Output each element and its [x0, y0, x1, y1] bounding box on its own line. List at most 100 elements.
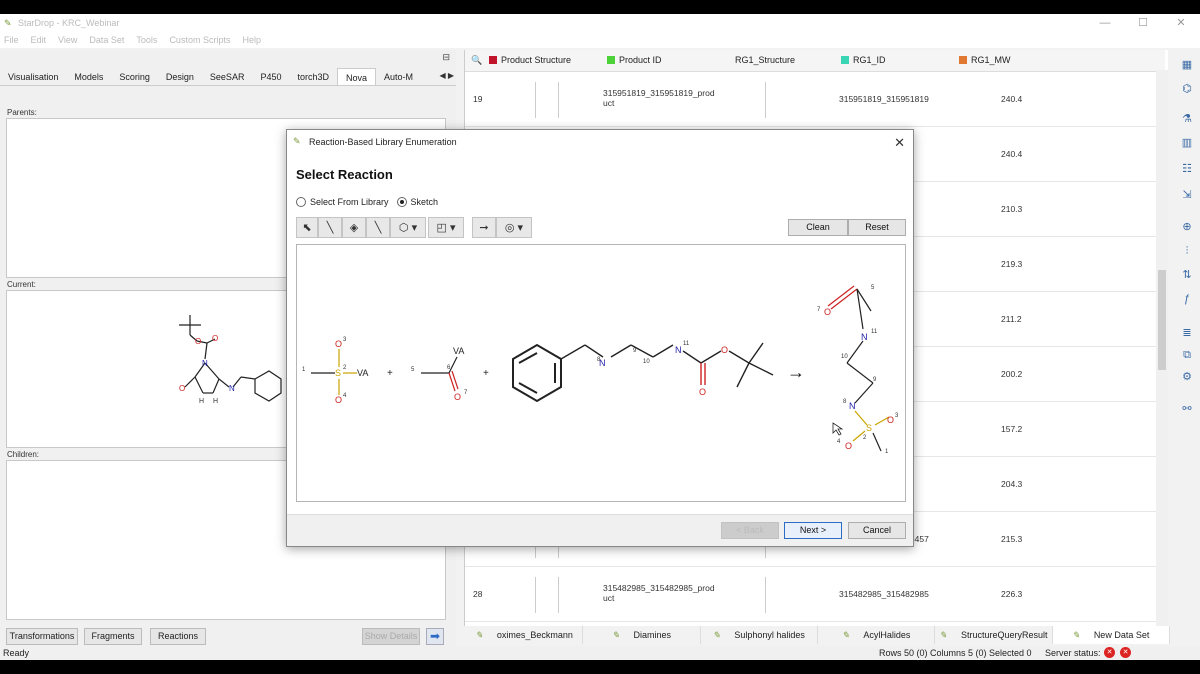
fragments-button[interactable]: Fragments — [84, 628, 142, 645]
tab-nova[interactable]: Nova — [337, 68, 377, 85]
tab-p450[interactable]: P450 — [252, 68, 289, 85]
bond-tool-icon[interactable]: ╲ — [318, 217, 342, 238]
reaction-sketch[interactable]: 1 S 2 VA O 3 O 4 + VA 5 6 O 7 + N 8 9 10… — [297, 245, 905, 501]
server-error-icon[interactable]: ✕ — [1104, 647, 1115, 658]
transformations-button[interactable]: Transformations — [6, 628, 78, 645]
menu-view[interactable]: View — [58, 35, 77, 45]
tab-visualisation[interactable]: Visualisation — [0, 68, 66, 85]
menu-custom-scripts[interactable]: Custom Scripts — [169, 35, 230, 45]
server-error-icon[interactable]: ✕ — [1120, 647, 1131, 658]
sort-icon[interactable]: ⇅ — [1180, 268, 1194, 282]
chart-icon[interactable]: ▥ — [1180, 136, 1194, 150]
oxygen-atom: O — [845, 441, 852, 451]
reaction-arrow-tool-icon[interactable]: ➞ — [472, 217, 496, 238]
dataset-tab[interactable]: ✎ Diamines — [583, 626, 701, 644]
template-tool-icon[interactable]: ◰ ▾ — [428, 217, 464, 238]
reactant-acyl[interactable]: VA 5 6 O 7 — [411, 346, 468, 402]
mode-radio-group: Select From Library Sketch — [296, 197, 438, 207]
svg-text:N: N — [229, 384, 235, 393]
dataset-tab[interactable]: ✎ StructureQueryResult — [935, 626, 1053, 644]
sketch-canvas[interactable]: 1 S 2 VA O 3 O 4 + VA 5 6 O 7 + N 8 9 10… — [296, 244, 906, 502]
menu-edit[interactable]: Edit — [31, 35, 47, 45]
function-icon[interactable]: ƒ — [1180, 292, 1194, 306]
tab-models[interactable]: Models — [66, 68, 111, 85]
table-row[interactable]: 28 315482985_315482985_prod uct 315482985_… — [465, 567, 1165, 622]
plus-sign: + — [483, 368, 489, 379]
link-icon[interactable]: ⚯ — [1180, 402, 1194, 416]
minimize-button[interactable]: — — [1086, 14, 1124, 32]
export-icon[interactable]: ⇲ — [1180, 188, 1194, 202]
dataset-tab[interactable]: ✎ AcylHalides — [818, 626, 936, 644]
copy-icon[interactable]: ⧉ — [1180, 348, 1194, 362]
dialog-close-icon[interactable]: ✕ — [894, 135, 905, 151]
select-tool-icon[interactable]: ⬉ — [296, 217, 318, 238]
product-structure[interactable]: 5 O 7 N 11 10 9 N 8 S O 3 O 4 2 1 — [817, 285, 899, 455]
flask-icon[interactable]: ⚗ — [1180, 112, 1194, 126]
reset-button[interactable]: Reset — [848, 219, 906, 236]
vertical-scrollbar[interactable] — [1156, 70, 1168, 626]
col-product-structure[interactable]: Product Structure — [489, 55, 571, 65]
dataset-icon: ✎ — [475, 629, 483, 640]
dataset-tab[interactable]: ✎ Sulphonyl halides — [701, 626, 818, 644]
table-row[interactable]: 19 315951819_315951819_prod uct 315951819_… — [465, 72, 1165, 127]
col-rg1-structure[interactable]: RG1_Structure — [735, 55, 795, 65]
col-rg1-id[interactable]: RG1_ID — [841, 55, 886, 65]
col-product-id[interactable]: Product ID — [607, 55, 662, 65]
nitrogen-atom: N — [861, 332, 868, 342]
dataset-tab-label: Sulphonyl halides — [734, 630, 805, 640]
menu-file[interactable]: File — [4, 35, 19, 45]
reactions-button[interactable]: Reactions — [150, 628, 206, 645]
title-bar: ✎ StarDrop - KRC_Webinar — ☐ ✕ — [0, 14, 1200, 32]
pin-icon[interactable]: ⊟ — [442, 52, 450, 63]
window-title: StarDrop - KRC_Webinar — [18, 18, 120, 28]
rg1-mw-cell: 211.2 — [1001, 314, 1022, 324]
table-icon[interactable]: ☷ — [1180, 162, 1194, 176]
clean-button[interactable]: Clean — [788, 219, 848, 236]
wedge-tool-icon[interactable]: ╲ — [366, 217, 390, 238]
tab-scoring[interactable]: Scoring — [111, 68, 158, 85]
next-button[interactable]: Next > — [784, 522, 842, 539]
menu-tools[interactable]: Tools — [136, 35, 157, 45]
dialog-app-icon: ✎ — [293, 136, 301, 146]
tab-seesar[interactable]: SeeSAR — [202, 68, 253, 85]
show-details-button[interactable]: Show Details — [362, 628, 420, 645]
eraser-tool-icon[interactable]: ◈ — [342, 217, 366, 238]
tab-auto-m[interactable]: Auto-M — [376, 68, 421, 85]
filter-icon[interactable]: ⫶ — [1180, 244, 1194, 258]
radio-label-sketch[interactable]: Sketch — [411, 197, 439, 207]
menu-help[interactable]: Help — [242, 35, 261, 45]
atom-map-label: 10 — [643, 359, 650, 365]
sulfur-atom: S — [335, 368, 341, 378]
menu-data-set[interactable]: Data Set — [89, 35, 124, 45]
search-icon[interactable]: 🔍 — [471, 55, 482, 66]
cancel-button[interactable]: Cancel — [848, 522, 906, 539]
tab-scroll-arrows-icon[interactable]: ◀ ▶ — [439, 71, 454, 80]
zoom-icon[interactable]: ⊕ — [1180, 220, 1194, 234]
back-button[interactable]: < Back — [721, 522, 779, 539]
lasso-tool-icon[interactable]: ◎ ▾ — [496, 217, 532, 238]
dataset-tab-active[interactable]: ✎ New Data Set — [1052, 626, 1170, 644]
reactant-diamine[interactable]: N 8 9 10 N 11 O O — [512, 341, 774, 403]
oxygen-atom: O — [335, 339, 342, 349]
nitrogen-atom: N — [675, 345, 682, 355]
radio-label-library[interactable]: Select From Library — [310, 197, 389, 207]
col-rg1-mw[interactable]: RG1_MW — [959, 55, 1011, 65]
tab-design[interactable]: Design — [158, 68, 202, 85]
settings-icon[interactable]: ⚙ — [1180, 370, 1194, 384]
close-button[interactable]: ✕ — [1162, 14, 1200, 32]
row-number: 19 — [473, 94, 483, 104]
arrow-right-icon[interactable]: ➡ — [426, 628, 444, 645]
tab-torch3d[interactable]: torch3D — [289, 68, 337, 85]
molecule-icon[interactable]: ⌬ — [1180, 82, 1194, 96]
rg1-structure-thumbnail — [765, 82, 785, 118]
radio-select-from-library[interactable] — [296, 197, 306, 207]
layers-icon[interactable]: ≣ — [1180, 326, 1194, 340]
dataset-tab[interactable]: ✎ oximes_Beckmann — [466, 626, 584, 644]
ring-tool-icon[interactable]: ⬡ ▾ — [390, 217, 426, 238]
scrollbar-thumb[interactable] — [1158, 270, 1166, 370]
status-text: Ready — [3, 648, 30, 658]
grid-view-icon[interactable]: ▦ — [1180, 58, 1194, 72]
reactant-sulfonyl[interactable]: 1 S 2 VA O 3 O 4 — [302, 337, 368, 405]
maximize-button[interactable]: ☐ — [1124, 14, 1162, 32]
radio-sketch[interactable] — [396, 197, 407, 207]
